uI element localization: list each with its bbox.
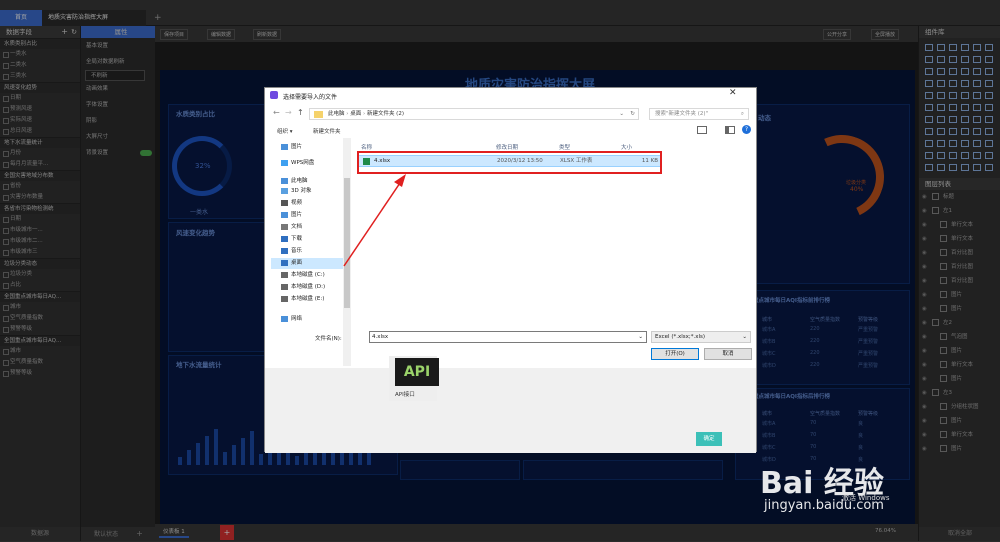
nav-item-label: 网络 [291,316,303,322]
nav-item-label: 本地磁盘 (D:) [291,284,326,290]
dialog-title: 选择需要导入的文件 [283,94,338,101]
nav-item-label: 本地磁盘 (E:) [291,296,325,302]
organize-button[interactable]: 组织 ▾ [277,127,293,135]
organize-label: 组织 [277,129,289,135]
nav-item[interactable]: 3D 对象 [281,186,311,197]
desktop-icon [281,259,288,266]
nav-item-label: 图片 [291,212,303,218]
nav-item-label: 本地磁盘 (C:) [291,272,325,278]
nav-item-label: 此电脑 [291,178,308,184]
picture-icon [281,143,288,150]
nav-item[interactable]: 视频 [281,198,302,209]
nav-item[interactable]: 本地磁盘 (E:) [281,294,324,305]
nav-item[interactable]: 音乐 [281,246,302,257]
nav-item-label: 3D 对象 [291,188,312,194]
nav-item[interactable]: 下载 [281,234,302,245]
network-icon [281,315,288,322]
preview-pane-icon[interactable] [725,126,735,134]
nav-item[interactable]: 桌面 [271,258,349,269]
nav-item[interactable]: 图片 [281,210,302,221]
breadcrumb-desktop[interactable]: 桌面 [350,111,361,117]
up-arrow-icon[interactable]: ↑ [297,108,304,117]
breadcrumb-pc[interactable]: 此电脑 [328,111,345,117]
command-bar: 组织 ▾ 新建文件夹 ? [265,124,756,138]
chevron-down-icon[interactable]: ⌄ [619,109,624,120]
navigation-pane: 图片✱WPS网盘此电脑3D 对象视频图片文档下载音乐桌面本地磁盘 (C:)本地磁… [271,138,351,366]
back-arrow-icon[interactable]: ← [273,108,280,117]
column-size[interactable]: 大小 [621,143,632,151]
drive-icon [281,271,288,278]
breadcrumb-folder[interactable]: 新建文件夹 (2) [367,111,404,117]
chevron-down-icon: ⌄ [742,334,747,340]
search-icon: ⌕ [740,111,744,117]
open-button[interactable]: 打开(O) [651,348,699,360]
video-icon [281,199,288,206]
annotation-arrow-icon [343,174,406,267]
cube-icon [281,187,288,194]
view-options-icon[interactable] [697,126,707,134]
column-type[interactable]: 类型 [559,143,570,151]
watermark-url: jingyan.baidu.com [764,498,884,513]
forward-arrow-icon[interactable]: → [285,108,292,117]
nav-item-label: 文档 [291,224,303,230]
refresh-icon[interactable]: ↻ [630,109,635,120]
new-folder-button[interactable]: 新建文件夹 [313,127,341,135]
nav-item[interactable]: 网络 [281,314,302,325]
nav-item[interactable]: WPS网盘 [281,158,314,169]
dialog-background-area [265,368,756,453]
music-icon [281,247,288,254]
file-type-filter-value: Excel (*.xlsx;*.xls) [655,334,706,340]
nav-item-label: 视频 [291,200,303,206]
drive-icon [281,295,288,302]
nav-item[interactable]: 本地磁盘 (D:) [281,282,325,293]
file-type-filter[interactable]: Excel (*.xlsx;*.xls) ⌄ [651,331,751,343]
download-icon [281,235,288,242]
api-icon: API [395,358,439,386]
search-placeholder: 搜索"新建文件夹 (2)" [655,111,709,117]
dialog-titlebar[interactable]: 选择需要导入的文件 ✕ [265,88,756,104]
cancel-button[interactable]: 取消 [704,348,752,360]
nav-item-label: 图片 [291,144,303,150]
computer-icon [281,177,288,184]
nav-item-label: 音乐 [291,248,303,254]
folder-icon [314,111,323,118]
column-name[interactable]: 名称 [361,143,372,151]
column-date[interactable]: 修改日期 [496,143,518,151]
file-open-dialog: 选择需要导入的文件 ✕ ← → ↑ 此电脑 › 桌面 › 新建文件夹 (2) ⌄… [264,87,757,453]
app-icon [270,91,278,99]
help-icon[interactable]: ? [742,125,751,134]
filename-field[interactable]: 4.xlsx ⌄ [369,331,647,343]
address-bar[interactable]: 此电脑 › 桌面 › 新建文件夹 (2) ⌄ ↻ [309,108,639,120]
search-input[interactable]: 搜索"新建文件夹 (2)" ⌕ [649,108,749,120]
nav-item[interactable]: 文档 [281,222,302,233]
api-label: API接口 [395,392,415,398]
cloud-icon [281,159,288,166]
nav-item[interactable]: 图片✱ [281,142,348,153]
document-icon [281,223,288,230]
nav-item-label: 桌面 [291,260,303,266]
nav-item-label: 下载 [291,236,303,242]
baidu-watermark: Bai 经验 激活 Windows jingyan.baidu.com [760,458,1000,541]
close-icon[interactable]: ✕ [729,88,737,98]
drive-icon [281,283,288,290]
nav-item-label: WPS网盘 [291,160,315,166]
confirm-button[interactable]: 确定 [696,432,722,446]
picture-icon [281,211,288,218]
chevron-down-icon[interactable]: ⌄ [638,332,643,343]
filename-value: 4.xlsx [372,334,389,340]
nav-item[interactable]: 本地磁盘 (C:) [281,270,325,281]
filename-label: 文件名(N): [315,336,342,342]
